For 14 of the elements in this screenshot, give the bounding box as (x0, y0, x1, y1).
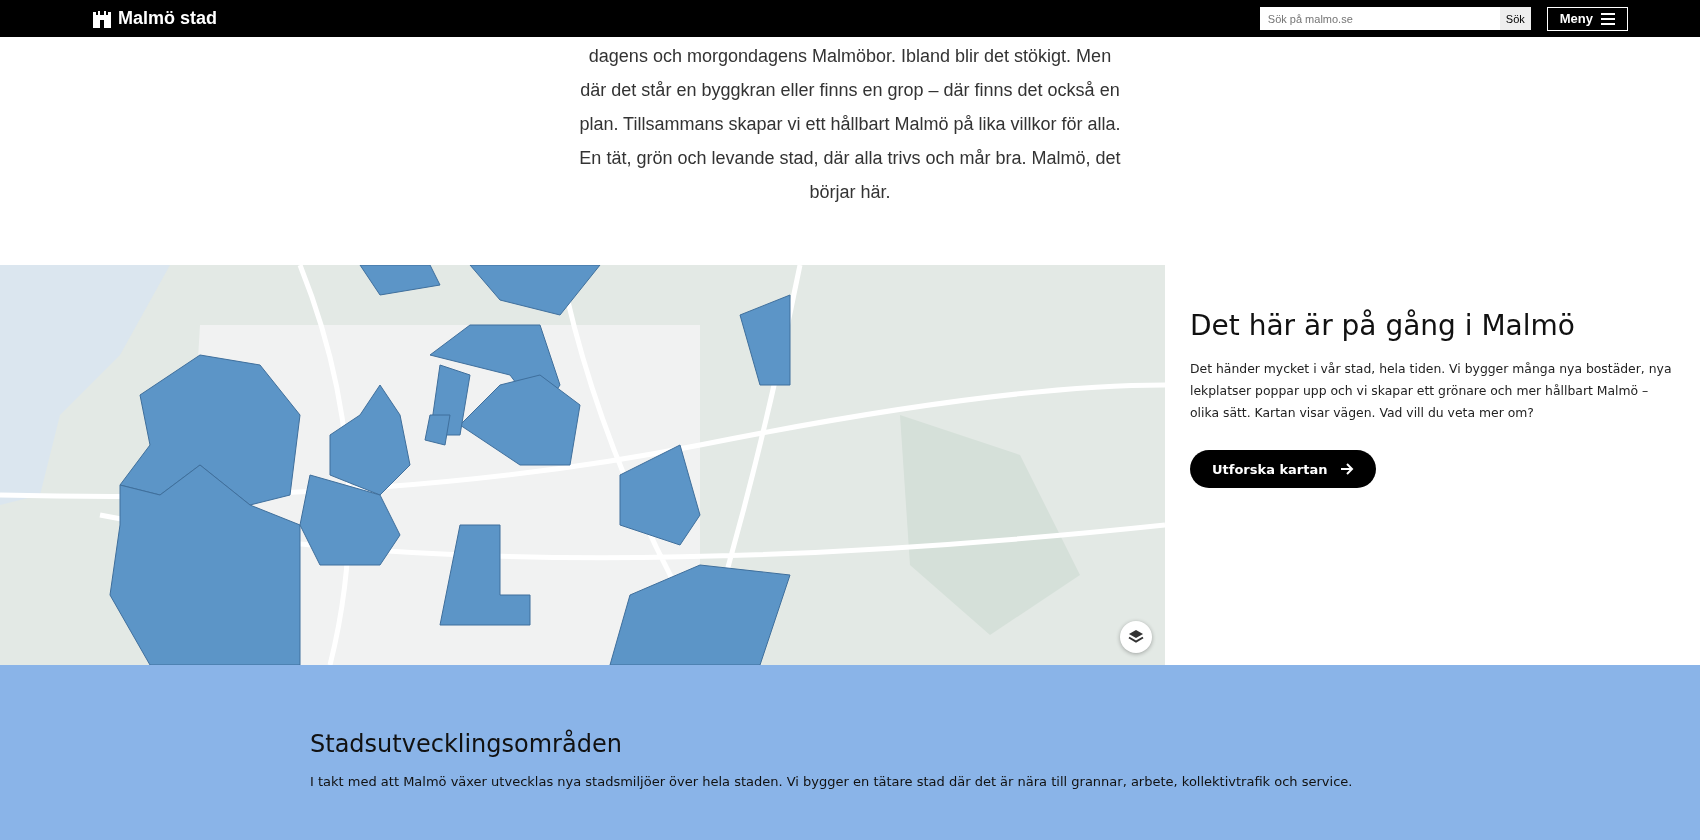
search-button[interactable]: Sök (1499, 7, 1531, 30)
menu-button[interactable]: Meny (1546, 6, 1628, 31)
site-logo[interactable]: Malmö stad (118, 8, 218, 29)
section-paragraph: Det händer mycket i vår stad, hela tiden. Vi bygger många nya bostäder, nya lekplatser poppar upp och vi skapar ett grönare och mer hållbart Malmö – olika sätt. Kartan visar vägen. Vad vill du veta mer om? (1190, 360, 1672, 422)
castle-icon (92, 9, 112, 28)
menu-icon (1601, 12, 1615, 25)
section-description: I takt med att Malmö växer utvecklas nya stadsmiljöer över hela staden. Vi bygger en tätare stad där det är nära till grannar, arbete, kollektivtrafik och service. (310, 774, 1354, 789)
section-heading: Det här är på gång i Malmö (1190, 309, 1576, 342)
intro-paragraph: dagens och morgondagens Malmöbor. Ibland blir det stökigt. Men där det står en byggkran eller finns en grop – där finns det också en plan. Tillsammans skapar vi ett hållbart Malmö på lika villkor för alla. En tät, grön och levande stad, där alla trivs och mår bra. Malmö, det börjar här. (579, 45, 1121, 204)
arrow-right-icon (1339, 463, 1354, 475)
layers-icon (1128, 629, 1144, 645)
section-heading: Stadsutvecklingsområden (310, 730, 623, 758)
explore-map-button[interactable]: Utforska kartan (1190, 450, 1376, 488)
search-field[interactable]: Sök på malmo.se (1259, 7, 1500, 30)
